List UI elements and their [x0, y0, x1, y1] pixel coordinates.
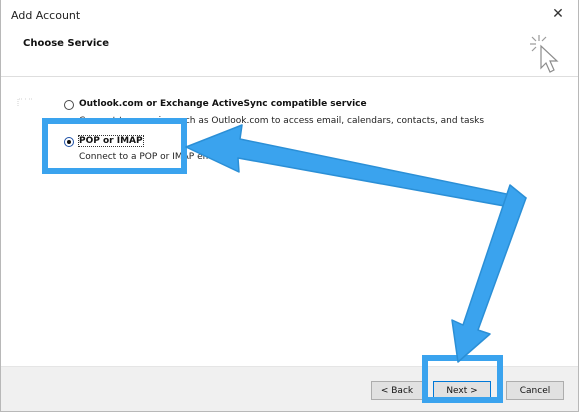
title-bar: Add Account ✕: [1, 0, 578, 26]
pop-imap-highlight-box: [42, 118, 187, 174]
page-title: Choose Service: [23, 38, 109, 49]
cancel-button[interactable]: Cancel: [506, 381, 564, 400]
back-button[interactable]: < Back: [371, 381, 423, 400]
add-account-dialog: Add Account ✕ Choose Service Outlook.com…: [0, 0, 579, 412]
outlook-radio[interactable]: [64, 100, 74, 110]
window-title: Add Account: [11, 9, 81, 22]
wizard-header: Choose Service: [1, 26, 578, 77]
connector-icon: [17, 98, 32, 106]
cursor-click-icon: [530, 35, 559, 73]
next-button-highlight-box: [422, 355, 503, 403]
outlook-option-label[interactable]: Outlook.com or Exchange ActiveSync compa…: [79, 99, 367, 109]
close-icon[interactable]: ✕: [548, 6, 568, 22]
